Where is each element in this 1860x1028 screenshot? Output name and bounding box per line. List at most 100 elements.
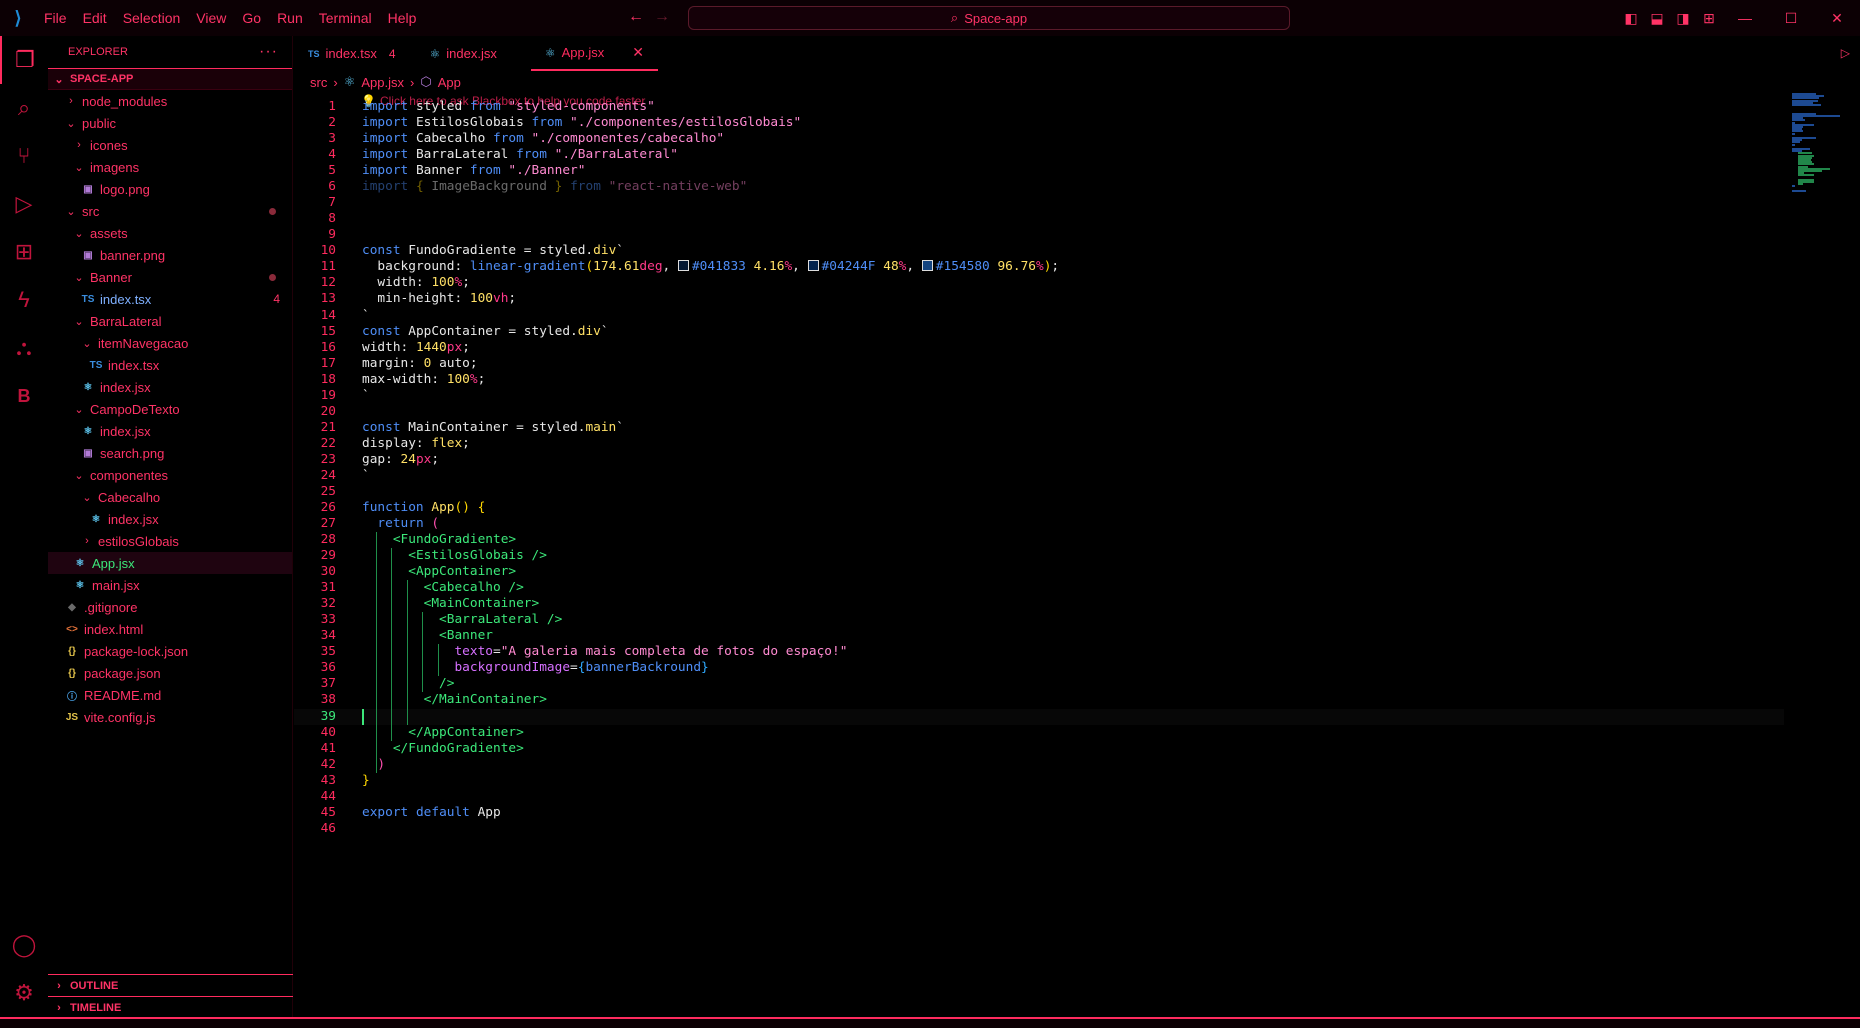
code-line[interactable]: 42 ) (294, 757, 1784, 773)
code-line[interactable]: 31 <Cabecalho /> (294, 580, 1784, 596)
code-line[interactable]: 46 (294, 821, 1784, 837)
code-line[interactable]: 7 (294, 195, 1784, 211)
code-line[interactable]: 2 import EstilosGlobais from "./component… (294, 115, 1784, 131)
tree-file[interactable]: ⚛ index.jsx (48, 420, 292, 442)
code-line[interactable]: 5 import Banner from "./Banner" (294, 163, 1784, 179)
code-line[interactable]: 33 <BarraLateral /> (294, 612, 1784, 628)
breadcrumb-file[interactable]: App.jsx (361, 75, 404, 90)
search-icon[interactable]: ⌕ (0, 84, 48, 132)
blackbox-icon[interactable]: B (0, 372, 48, 420)
code-line[interactable]: 19 ` (294, 388, 1784, 404)
code-line[interactable]: 36 backgroundImage={bannerBackround} (294, 660, 1784, 676)
tree-file[interactable]: ⚛ main.jsx (48, 574, 292, 596)
minimize-button[interactable]: — (1722, 0, 1768, 36)
color-swatch[interactable] (807, 260, 819, 272)
close-window-button[interactable]: ✕ (1814, 0, 1860, 36)
tree-file[interactable]: ◆ .gitignore (48, 596, 292, 618)
toggle-secondary-sidebar-icon[interactable]: ◨ (1670, 0, 1696, 36)
menu-run[interactable]: Run (269, 0, 311, 36)
code-line[interactable]: 32 <MainContainer> (294, 596, 1784, 612)
tree-folder[interactable]: › icones (48, 134, 292, 156)
code-line[interactable]: 13 min-height: 100vh; (294, 291, 1784, 307)
menu-selection[interactable]: Selection (115, 0, 189, 36)
project-section-header[interactable]: ⌄ SPACE-APP (48, 68, 292, 90)
run-debug-icon[interactable]: ▷ (0, 180, 48, 228)
tree-file[interactable]: ▣ banner.png (48, 244, 292, 266)
code-line[interactable]: 34 <Banner (294, 628, 1784, 644)
close-tab-icon[interactable]: ✕ (632, 44, 644, 61)
menu-go[interactable]: Go (234, 0, 269, 36)
menu-terminal[interactable]: Terminal (311, 0, 380, 36)
code-line[interactable]: 16 width: 1440px; (294, 340, 1784, 356)
color-swatch[interactable] (921, 260, 933, 272)
code-line[interactable]: 15 const AppContainer = styled.div` (294, 324, 1784, 340)
code-line[interactable]: 35 texto="A galeria mais completa de fot… (294, 644, 1784, 660)
breadcrumb-symbol[interactable]: App (438, 75, 461, 90)
forward-arrow-icon[interactable]: → (654, 8, 670, 26)
gear-icon[interactable]: ⚙ (0, 969, 48, 1017)
tree-file[interactable]: JS vite.config.js (48, 706, 292, 728)
code-line[interactable]: 9 (294, 227, 1784, 243)
code-line[interactable]: 14 ` (294, 308, 1784, 324)
code-line[interactable]: 8 (294, 211, 1784, 227)
tree-folder[interactable]: ⌄ imagens (48, 156, 292, 178)
code-line[interactable]: 18 max-width: 100%; (294, 372, 1784, 388)
code-line[interactable]: 40 </AppContainer> (294, 725, 1784, 741)
tab-app-jsx[interactable]: ⚛ App.jsx ✕ (530, 36, 658, 71)
code-line[interactable]: 4 import BarraLateral from "./BarraLatera… (294, 147, 1784, 163)
menu-file[interactable]: File (36, 0, 75, 36)
remote-explorer-icon[interactable]: ⛬ (0, 324, 48, 372)
code-line[interactable]: 17 margin: 0 auto; (294, 356, 1784, 372)
code-line[interactable]: 30 <AppContainer> (294, 564, 1784, 580)
code-line[interactable]: 11 background: linear-gradient(174.61deg… (294, 259, 1784, 275)
timeline-section[interactable]: › TIMELINE (48, 996, 293, 1018)
menu-help[interactable]: Help (380, 0, 425, 36)
code-line[interactable]: 41 </FundoGradiente> (294, 741, 1784, 757)
code-line[interactable]: 44 (294, 789, 1784, 805)
account-icon[interactable]: ◯ (0, 921, 48, 969)
source-control-icon[interactable]: ⑂ (0, 132, 48, 180)
toggle-primary-sidebar-icon[interactable]: ◧ (1618, 0, 1644, 36)
menu-view[interactable]: View (188, 0, 234, 36)
tree-file[interactable]: ⚛ index.jsx (48, 508, 292, 530)
breadcrumb-folder[interactable]: src (310, 75, 327, 90)
tree-file[interactable]: ⓘ README.md (48, 684, 292, 706)
code-line[interactable]: 6 import { ImageBackground } from "react-… (294, 179, 1784, 195)
tree-folder[interactable]: ⌄ componentes (48, 464, 292, 486)
run-icon[interactable]: ▷ (1841, 46, 1850, 60)
code-line[interactable]: 37 /> (294, 676, 1784, 692)
code-line[interactable]: 28 <FundoGradiente> (294, 532, 1784, 548)
tree-folder[interactable]: ⌄ CampoDeTexto (48, 398, 292, 420)
code-line[interactable]: 1 import styled from "styled-components" (294, 99, 1784, 115)
tree-folder[interactable]: ⌄ public (48, 112, 292, 134)
code-line[interactable]: 27 return ( (294, 516, 1784, 532)
more-actions-icon[interactable]: ··· (259, 43, 278, 61)
code-line[interactable]: 25 (294, 484, 1784, 500)
tree-file[interactable]: TS index.tsx 4 (48, 288, 292, 310)
maximize-button[interactable]: ☐ (1768, 0, 1814, 36)
customize-layout-icon[interactable]: ⊞ (1696, 0, 1722, 36)
tree-file[interactable]: {} package.json (48, 662, 292, 684)
code-line[interactable]: 38 </MainContainer> (294, 692, 1784, 708)
tree-file[interactable]: ⚛ App.jsx (48, 552, 292, 574)
tree-folder[interactable]: ⌄ Banner (48, 266, 292, 288)
code-line[interactable]: 29 <EstilosGlobais /> (294, 548, 1784, 564)
extensions-icon[interactable]: ⊞ (0, 228, 48, 276)
menu-edit[interactable]: Edit (75, 0, 115, 36)
minimap[interactable] (1792, 93, 1854, 193)
tree-folder[interactable]: ⌄ BarraLateral (48, 310, 292, 332)
code-line[interactable]: 23 gap: 24px; (294, 452, 1784, 468)
explorer-icon[interactable]: ❐ (0, 36, 48, 84)
tree-file[interactable]: ▣ search.png (48, 442, 292, 464)
tree-file[interactable]: {} package-lock.json (48, 640, 292, 662)
tree-folder[interactable]: ⌄ src (48, 200, 292, 222)
command-center-search[interactable]: ⌕ Space-app (688, 6, 1290, 30)
code-line[interactable]: 10 const FundoGradiente = styled.div` (294, 243, 1784, 259)
code-line[interactable]: 26 function App() { (294, 500, 1784, 516)
code-editor[interactable]: 💡 Click here to ask Blackbox to help you… (294, 93, 1794, 1013)
tree-file[interactable]: ⚛ index.jsx (48, 376, 292, 398)
code-line[interactable]: 3 import Cabecalho from "./componentes/ca… (294, 131, 1784, 147)
code-line[interactable]: 22 display: flex; (294, 436, 1784, 452)
tree-folder[interactable]: ⌄ Cabecalho (48, 486, 292, 508)
code-line[interactable]: 39 (294, 708, 1784, 725)
